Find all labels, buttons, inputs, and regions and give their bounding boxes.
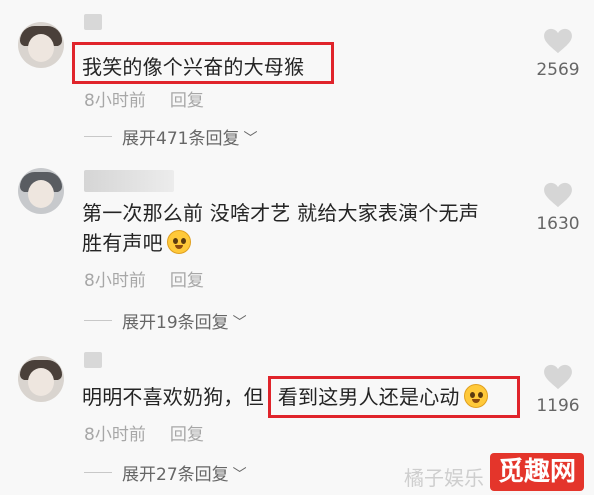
comment-text-line-2: 胜有声吧 <box>82 228 191 258</box>
comment-text-line-1: 第一次那么前 没啥才艺 就给大家表演个无声 <box>82 201 479 225</box>
username[interactable] <box>84 170 174 192</box>
like-count: 1196 <box>536 396 580 416</box>
reply-button[interactable]: 回复 <box>170 425 204 445</box>
username[interactable] <box>84 352 102 368</box>
expand-label: 展开19条回复 <box>122 313 229 333</box>
comment-text: 明明不喜欢奶狗，但 看到这男人还是心动 <box>82 382 488 412</box>
timestamp: 8小时前 <box>84 271 146 291</box>
watermark-badge: 觅趣网 <box>489 453 584 491</box>
comment-text-part-2: 看到这男人还是心动 <box>277 385 460 409</box>
reply-button[interactable]: 回复 <box>170 271 204 291</box>
chevron-down-icon: ﹀ <box>232 466 247 483</box>
username[interactable] <box>84 14 102 30</box>
avatar[interactable] <box>18 22 64 68</box>
heart-icon <box>544 28 572 54</box>
like-count: 2569 <box>536 60 580 80</box>
watermark: 橘子娱乐 觅趣网 <box>404 453 584 491</box>
divider <box>84 320 112 321</box>
divider <box>84 472 112 473</box>
comment-text-line-2-content: 胜有声吧 <box>82 231 163 255</box>
timestamp: 8小时前 <box>84 91 146 111</box>
comment-meta: 8小时前 回复 <box>84 86 204 111</box>
expand-label: 展开471条回复 <box>122 129 240 149</box>
face-emoji-icon <box>463 384 488 408</box>
expand-replies-button[interactable]: 展开27条回复 ﹀ <box>84 460 247 485</box>
chevron-down-icon: ﹀ <box>232 314 247 331</box>
like-button[interactable]: 1196 <box>530 364 586 416</box>
like-count: 1630 <box>536 214 580 234</box>
comment-meta: 8小时前 回复 <box>84 266 204 291</box>
expand-replies-button[interactable]: 展开19条回复 ﹀ <box>84 308 247 333</box>
avatar[interactable] <box>18 356 64 402</box>
like-button[interactable]: 1630 <box>530 182 586 234</box>
comment-meta: 8小时前 回复 <box>84 420 204 445</box>
comment-text-part-1: 明明不喜欢奶狗，但 <box>82 385 264 409</box>
expand-replies-button[interactable]: 展开471条回复 ﹀ <box>84 124 257 149</box>
divider <box>84 136 112 137</box>
like-button[interactable]: 2569 <box>530 28 586 80</box>
reply-button[interactable]: 回复 <box>170 91 204 111</box>
face-emoji-icon <box>166 230 191 254</box>
avatar[interactable] <box>18 168 64 214</box>
chevron-down-icon: ﹀ <box>243 130 258 147</box>
watermark-text: 橘子娱乐 <box>403 466 484 490</box>
comment-text: 我笑的像个兴奋的大母猴 <box>82 55 305 79</box>
heart-icon <box>544 364 572 390</box>
expand-label: 展开27条回复 <box>122 465 229 485</box>
timestamp: 8小时前 <box>84 425 146 445</box>
heart-icon <box>544 182 572 208</box>
